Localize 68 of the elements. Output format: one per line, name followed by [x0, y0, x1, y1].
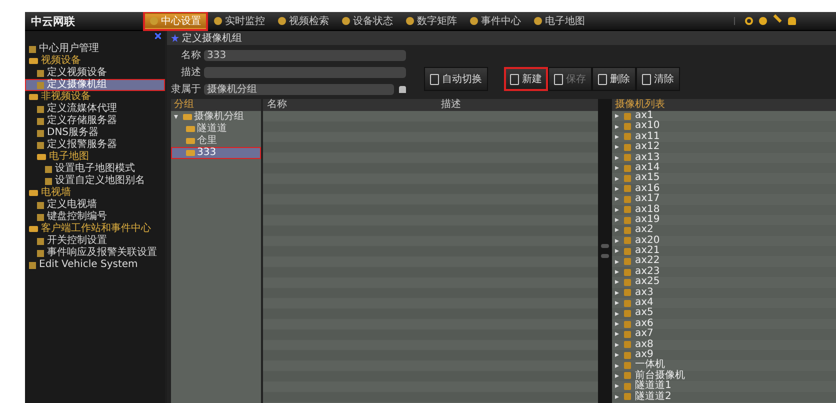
nav-tab[interactable]: 中心设置: [145, 13, 206, 29]
sidebar-item[interactable]: Edit Vehicle System: [25, 259, 165, 271]
sidebar-item[interactable]: 定义报警服务器: [25, 139, 165, 151]
column-header: 分组: [171, 99, 261, 111]
camera-list-item[interactable]: ax14: [612, 162, 836, 174]
sidebar-item[interactable]: 视频设备: [25, 55, 165, 67]
nav-tab[interactable]: 视频检索: [273, 13, 334, 29]
picker-icon[interactable]: [399, 86, 406, 92]
input-field[interactable]: 333: [204, 50, 406, 60]
toolbar-button[interactable]: 清除: [636, 67, 680, 91]
sidebar-item[interactable]: 电子地图: [25, 151, 165, 163]
field-label: 名称: [180, 49, 201, 62]
sidebar-item[interactable]: DNS服务器: [25, 127, 165, 139]
camera-list-item[interactable]: ax9: [612, 350, 836, 360]
camera-list-item[interactable]: ax16: [612, 184, 836, 194]
input-field[interactable]: [204, 66, 406, 78]
camera-list-item[interactable]: ax18: [612, 204, 836, 215]
sidebar-item[interactable]: 开关控制设置: [25, 235, 165, 247]
camera-list-item[interactable]: ax23: [612, 266, 836, 278]
sidebar-item[interactable]: 定义流媒体代理: [25, 103, 165, 115]
app-logo: 中云网联: [30, 14, 76, 28]
toolbar-button[interactable]: 自动切换: [424, 67, 488, 91]
toolbar-button[interactable]: 新建: [504, 67, 548, 91]
field-label: 隶属于: [171, 82, 201, 96]
sidebar-item[interactable]: 定义电视墙: [25, 199, 165, 211]
sidebar-item[interactable]: 非视频设备: [25, 91, 165, 103]
camera-list-item[interactable]: 前台摄像机: [612, 370, 836, 382]
sidebar-item[interactable]: 设置自定义地图别名: [25, 175, 165, 187]
sidebar-item[interactable]: 定义存储服务器: [25, 115, 165, 127]
camera-list-item[interactable]: ax17: [612, 194, 836, 205]
input-field[interactable]: 摄像机分组: [204, 84, 394, 94]
camera-list-item[interactable]: ax2: [612, 225, 836, 236]
sidebar-item[interactable]: 定义摄像机组: [25, 79, 165, 91]
camera-list-item[interactable]: ax10: [612, 121, 836, 132]
camera-list-item[interactable]: ax5: [612, 308, 836, 319]
field-label: 描述: [180, 66, 201, 79]
close-icon[interactable]: [155, 33, 161, 39]
nav-tab[interactable]: 电子地图: [529, 13, 590, 29]
nav-tab[interactable]: 事件中心: [465, 13, 526, 29]
column-header: 摄像机列表: [612, 99, 836, 111]
tree-item[interactable]: 仓里: [171, 135, 261, 147]
sidebar-item[interactable]: 电视墙: [25, 187, 165, 199]
nav-tab[interactable]: 设备状态: [337, 13, 398, 29]
sidebar-item[interactable]: 定义视频设备: [25, 67, 165, 79]
sidebar-item[interactable]: 键盘控制编号: [25, 211, 165, 223]
sidebar-item[interactable]: 客户端工作站和事件中心: [25, 223, 165, 235]
camera-list-item[interactable]: 隧道道1: [612, 381, 836, 392]
tree-item[interactable]: 摄像机分组: [171, 111, 261, 123]
camera-list-item[interactable]: ax7: [612, 329, 836, 340]
move-left-icon[interactable]: [601, 244, 609, 248]
camera-list-item[interactable]: 隧道道2: [612, 392, 836, 402]
sidebar-item[interactable]: 中心用户管理: [25, 43, 165, 55]
nav-tab[interactable]: 数字矩阵: [401, 13, 462, 29]
sidebar-item[interactable]: 事件响应及报警关联设置: [25, 247, 165, 259]
tree-item[interactable]: 333: [171, 147, 261, 159]
nav-tab[interactable]: 实时监控: [209, 13, 270, 29]
camera-list-item[interactable]: ax3: [612, 288, 836, 298]
move-right-icon[interactable]: [601, 254, 609, 258]
column-header: 名称: [266, 99, 288, 111]
sidebar-item[interactable]: 设置电子地图模式: [25, 163, 165, 175]
camera-list-item[interactable]: ax12: [612, 142, 836, 153]
column-header: 描述: [440, 99, 461, 111]
camera-list-item[interactable]: ax21: [612, 246, 836, 256]
gear-icon[interactable]: [745, 17, 753, 25]
tree-item[interactable]: 隧道道: [171, 123, 261, 135]
camera-list-item[interactable]: ax25: [612, 277, 836, 288]
panel-title: 定义摄像机组: [182, 32, 242, 45]
toolbar-button[interactable]: 删除: [592, 67, 636, 91]
